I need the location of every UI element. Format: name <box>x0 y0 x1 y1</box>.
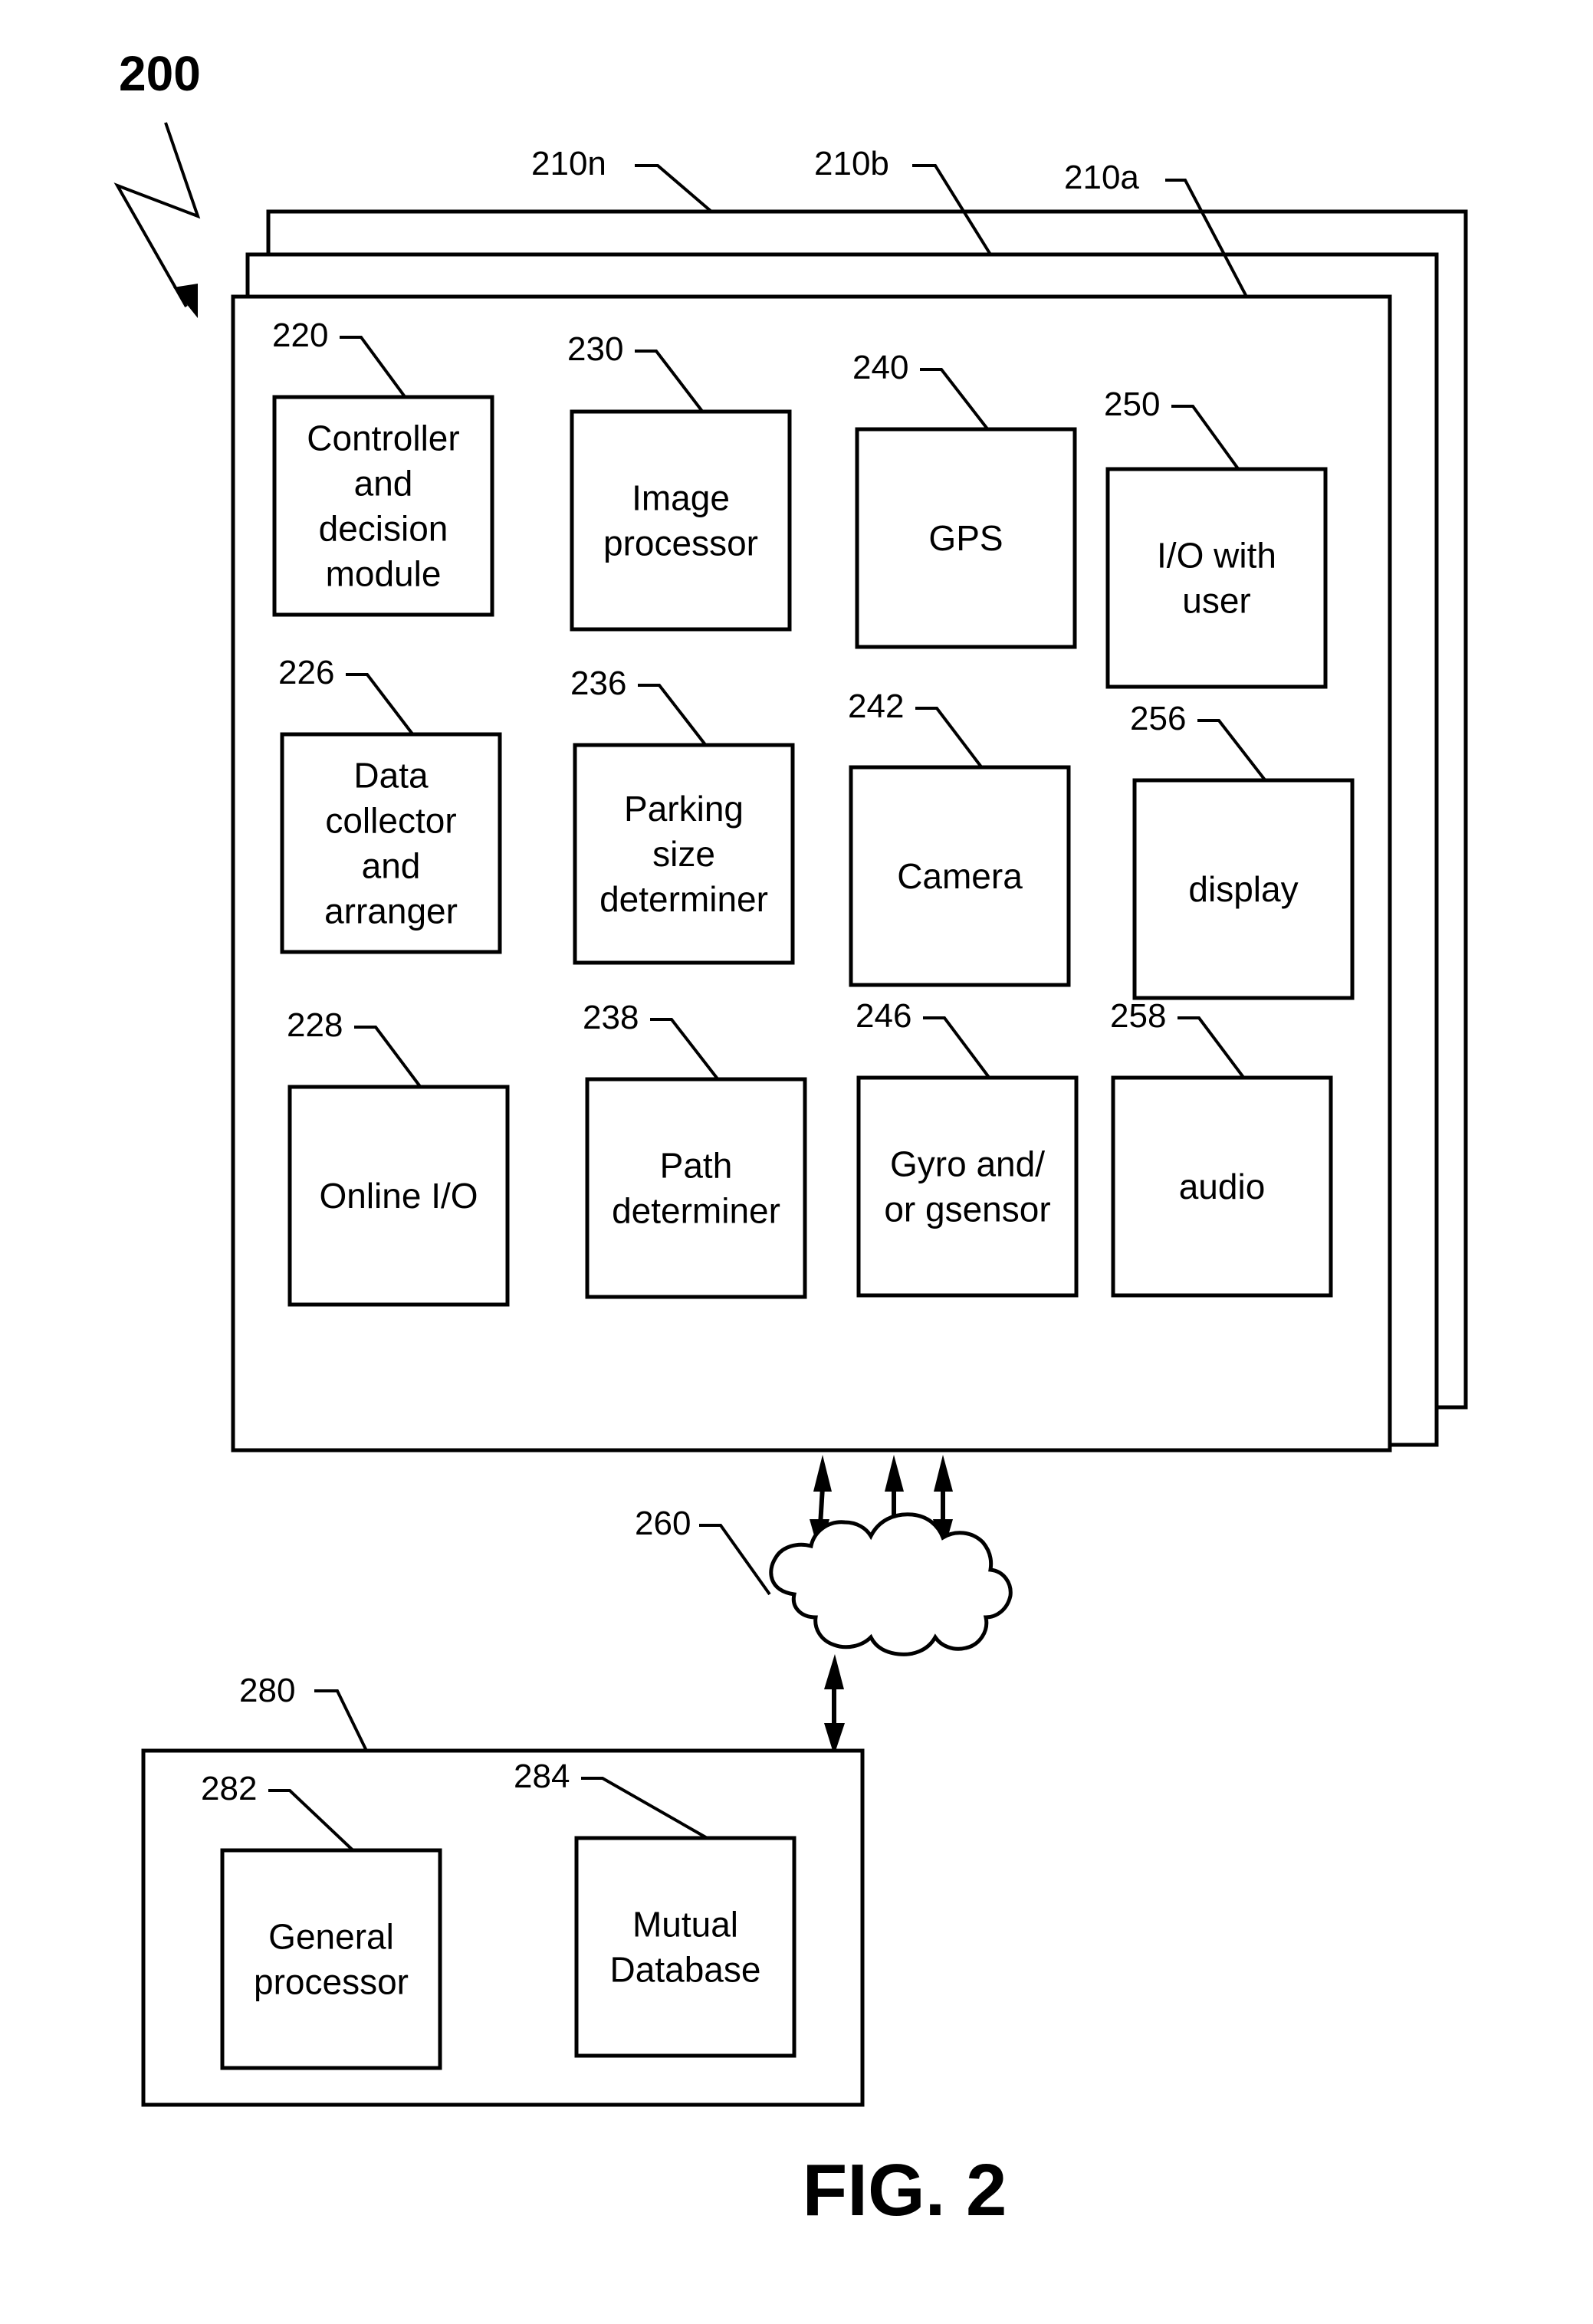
component-label: Gyro and/ <box>890 1144 1045 1184</box>
component-label: and <box>362 846 421 886</box>
svg-text:210a: 210a <box>1064 159 1139 196</box>
component-ref: 242 <box>848 688 904 725</box>
component-label: GPS <box>928 518 1003 558</box>
component-label: I/O with <box>1157 536 1276 576</box>
component-box <box>570 409 792 632</box>
component-ref: 228 <box>287 1006 343 1044</box>
component-ref: 250 <box>1104 386 1160 423</box>
component-ref: 230 <box>567 330 623 368</box>
server-ref: 280 <box>239 1672 295 1709</box>
component-label: user <box>1182 581 1250 621</box>
component-box <box>1105 467 1328 689</box>
figure-caption: FIG. 2 <box>803 2149 1007 2231</box>
component-label: decision <box>319 509 448 549</box>
component-box <box>856 1075 1079 1298</box>
component-label: Online I/O <box>319 1176 478 1216</box>
component-label: arranger <box>324 891 458 931</box>
component-box <box>585 1077 807 1299</box>
component-label: determiner <box>612 1191 780 1231</box>
component-label: collector <box>325 801 456 841</box>
svg-text:210b: 210b <box>814 145 889 182</box>
network-server-arrow <box>824 1654 845 1755</box>
component-label: module <box>326 554 442 594</box>
component-label: processor <box>254 1962 409 2002</box>
frame-ref-210n: 210n <box>531 145 713 213</box>
component-ref: 220 <box>272 317 328 354</box>
component-box <box>220 1848 442 2070</box>
component-label: Camera <box>897 856 1023 896</box>
lightning-arrow-icon <box>113 122 201 318</box>
component-ref: 238 <box>583 999 639 1036</box>
component-ref: 282 <box>201 1770 257 1807</box>
system-diagram: 200 210n 210b 210a 220 Controller and decis… <box>113 46 1468 2231</box>
component-ref: 226 <box>278 654 334 691</box>
network-cloud: 260 <box>635 1505 1013 1656</box>
component-label: General <box>268 1917 394 1957</box>
component-label: or gsensor <box>884 1190 1050 1229</box>
figure-number: 200 <box>119 46 201 101</box>
component-ref: 284 <box>514 1758 570 1795</box>
component-ref: 246 <box>856 997 911 1035</box>
component-label: determiner <box>599 879 768 919</box>
bidirectional-arrow-icon <box>824 1654 845 1755</box>
component-box <box>574 1836 796 2058</box>
svg-text:210n: 210n <box>531 145 606 182</box>
component-label: Controller <box>307 419 459 458</box>
component-ref: 236 <box>570 665 626 702</box>
component-label: display <box>1188 869 1298 909</box>
component-label: Mutual <box>632 1905 738 1945</box>
component-label: Image <box>632 478 730 518</box>
component-label: size <box>652 834 715 874</box>
component-label: Parking <box>624 789 744 829</box>
component-label: Database <box>610 1950 761 1990</box>
component-label: audio <box>1179 1167 1266 1206</box>
network-ref: 260 <box>635 1505 691 1542</box>
cloud-icon <box>769 1512 1013 1656</box>
component-label: and <box>354 464 413 504</box>
component-ref: 256 <box>1130 700 1186 737</box>
component-label: processor <box>603 524 758 563</box>
component-label: Data <box>353 756 429 796</box>
component-ref: 240 <box>852 349 908 386</box>
component-ref: 258 <box>1110 997 1166 1035</box>
component-label: Path <box>660 1146 733 1186</box>
